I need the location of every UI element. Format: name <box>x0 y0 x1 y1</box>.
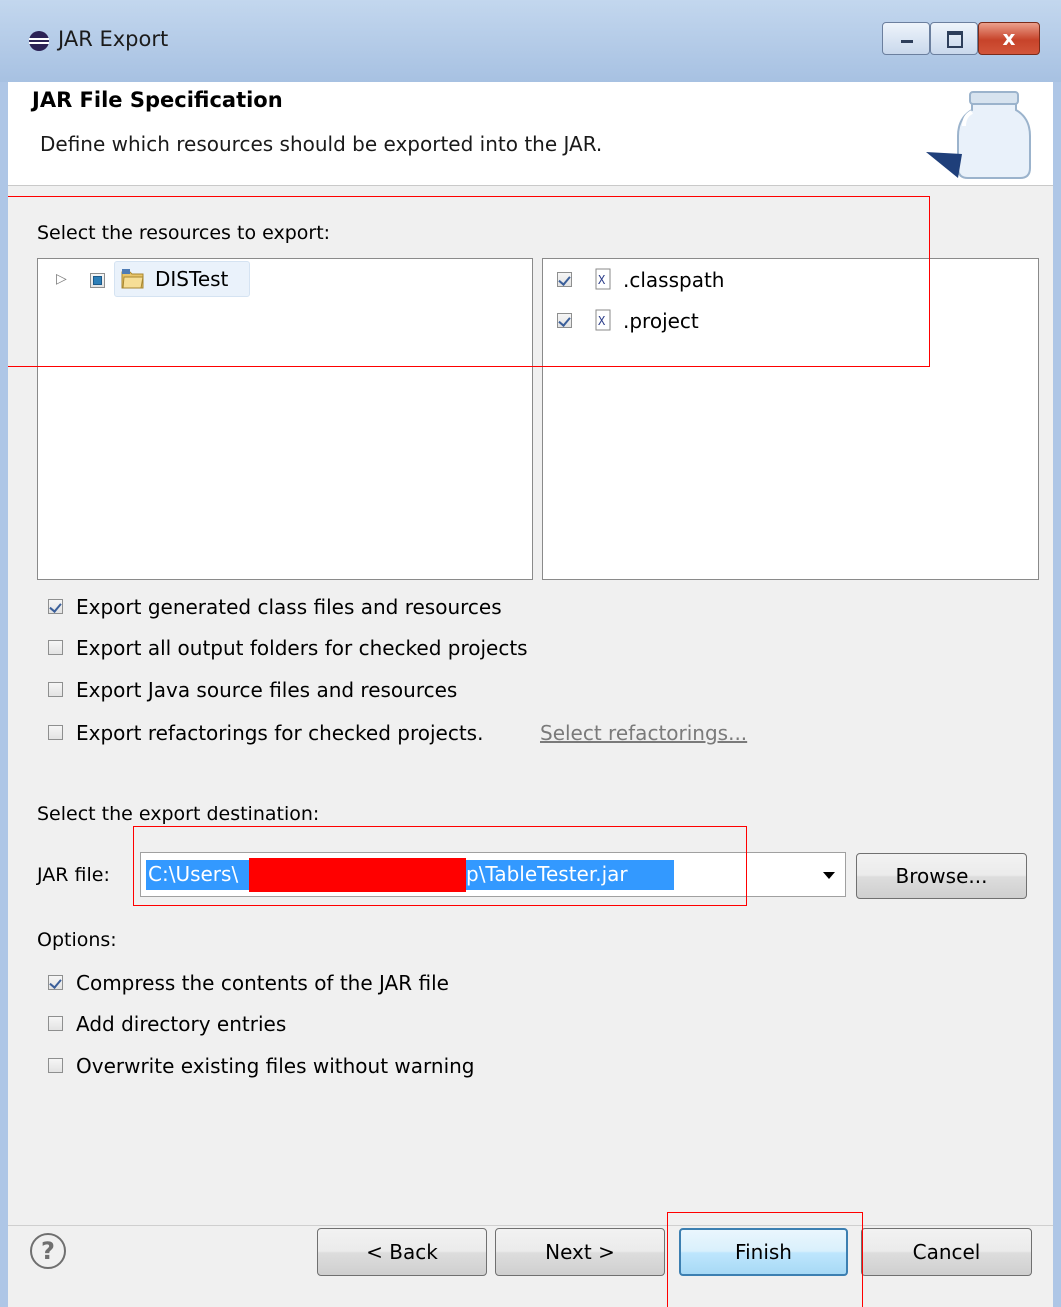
checkbox-export-output-folders[interactable] <box>48 640 63 655</box>
option-export-class-files[interactable]: Export generated class files and resourc… <box>76 595 502 619</box>
window-title: JAR Export <box>58 27 169 51</box>
window-frame-left <box>0 82 8 1307</box>
page-description: Define which resources should be exporte… <box>40 132 603 156</box>
page-title: JAR File Specification <box>32 88 283 112</box>
jar-file-label: JAR file: <box>37 864 110 886</box>
maximize-button[interactable] <box>930 22 978 55</box>
checkbox-export-class-files[interactable] <box>48 599 63 614</box>
close-button[interactable]: x <box>978 22 1040 55</box>
help-icon[interactable]: ? <box>30 1233 66 1269</box>
checkbox-directory-entries[interactable] <box>48 1016 63 1031</box>
jar-icon <box>926 91 1031 179</box>
button-bar-separator <box>8 1225 1053 1226</box>
minimize-icon <box>901 40 913 43</box>
option-export-output-folders[interactable]: Export all output folders for checked pr… <box>76 636 528 660</box>
maximize-icon <box>947 31 963 48</box>
option-overwrite[interactable]: Overwrite existing files without warning <box>76 1054 475 1078</box>
chevron-down-icon[interactable] <box>823 872 835 879</box>
cancel-button[interactable]: Cancel <box>861 1228 1032 1276</box>
checkbox-export-java-source[interactable] <box>48 682 63 697</box>
next-button[interactable]: Next > <box>495 1228 665 1276</box>
option-export-java-source[interactable]: Export Java source files and resources <box>76 678 457 702</box>
option-export-refactorings[interactable]: Export refactorings for checked projects… <box>76 721 483 745</box>
destination-label: Select the export destination: <box>37 803 320 825</box>
back-button[interactable]: < Back <box>317 1228 487 1276</box>
minimize-button[interactable] <box>882 22 930 55</box>
window-frame-right <box>1053 82 1061 1307</box>
options-label: Options: <box>37 929 117 951</box>
checkbox-export-refactorings[interactable] <box>48 725 63 740</box>
annotation-box-jar-file <box>133 826 747 906</box>
annotation-box-finish <box>667 1212 863 1307</box>
option-compress[interactable]: Compress the contents of the JAR file <box>76 971 449 995</box>
annotation-box-resources <box>8 196 930 367</box>
eclipse-icon <box>29 31 49 51</box>
checkbox-overwrite[interactable] <box>48 1058 63 1073</box>
close-icon: x <box>1002 26 1016 50</box>
browse-button[interactable]: Browse... <box>856 853 1027 899</box>
checkbox-compress[interactable] <box>48 975 63 990</box>
select-refactorings-link[interactable]: Select refactorings... <box>540 721 747 745</box>
option-directory-entries[interactable]: Add directory entries <box>76 1012 286 1036</box>
